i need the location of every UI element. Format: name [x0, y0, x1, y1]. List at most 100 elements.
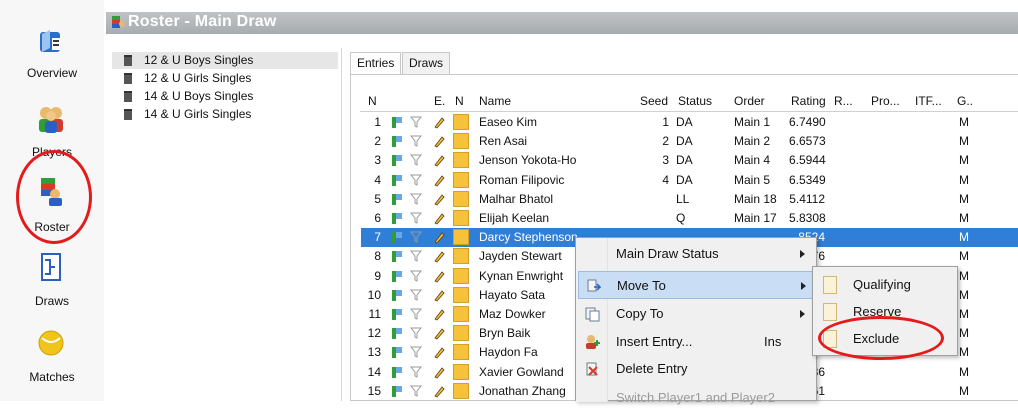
table-row[interactable]: 1 Easeo Kim 1 DA Main 1 6.7490 M — [361, 113, 1018, 132]
status-value: DA — [676, 172, 693, 187]
edit-pencil-icon[interactable] — [433, 288, 445, 302]
filter-icon[interactable] — [409, 365, 423, 379]
menu-item-insert-entry[interactable]: Insert Entry... Ins — [578, 328, 814, 356]
tab-entries[interactable]: Entries — [350, 52, 402, 75]
status-value: DA — [676, 115, 693, 129]
menu-item-label: Delete Entry — [616, 361, 688, 376]
col-header-rating[interactable]: Rating — [791, 94, 826, 108]
col-header-seed[interactable]: Seed — [640, 94, 668, 108]
note-icon[interactable] — [453, 325, 469, 342]
menu-item-delete-entry[interactable]: Delete Entry — [578, 355, 814, 383]
edit-pencil-icon[interactable] — [433, 249, 445, 263]
note-icon[interactable] — [453, 363, 469, 380]
note-icon[interactable] — [453, 190, 469, 207]
note-icon[interactable] — [453, 210, 469, 226]
note-icon[interactable] — [453, 133, 469, 150]
edit-pencil-icon[interactable] — [433, 230, 445, 244]
table-row[interactable]: 5 Malhar Bhatol LL Main 18 5.4112 M — [361, 190, 1018, 209]
edit-pencil-icon[interactable] — [433, 384, 445, 398]
row-number: 14 — [367, 364, 381, 379]
edit-pencil-icon[interactable] — [433, 211, 445, 225]
filter-icon[interactable] — [409, 345, 423, 359]
edit-pencil-icon[interactable] — [433, 365, 445, 379]
table-row[interactable]: 4 Roman Filipovic 4 DA Main 5 6.5349 M — [361, 171, 1018, 190]
row-number: 13 — [367, 345, 381, 360]
entry-flag-icon — [391, 231, 403, 244]
filter-icon[interactable] — [409, 230, 423, 244]
note-icon[interactable] — [453, 152, 469, 169]
edit-pencil-icon[interactable] — [433, 326, 445, 340]
edit-pencil-icon[interactable] — [433, 115, 445, 129]
nav-item-matches[interactable]: Matches — [0, 316, 104, 401]
col-header-pro[interactable]: Pro... — [871, 94, 900, 108]
note-icon[interactable] — [453, 248, 469, 265]
order-value: Main 4 — [734, 153, 771, 168]
event-item[interactable]: 12 & U Boys Singles — [112, 52, 338, 69]
edit-pencil-icon[interactable] — [433, 153, 445, 167]
note-icon[interactable] — [453, 382, 469, 399]
table-row[interactable]: 2 Ren Asai 2 DA Main 2 6.6573 M — [361, 132, 1018, 151]
nav-item-overview[interactable]: Overview — [0, 0, 104, 90]
filter-icon[interactable] — [409, 288, 423, 302]
row-number: 12 — [367, 326, 381, 341]
col-header-order[interactable]: Order — [734, 94, 765, 108]
filter-icon[interactable] — [409, 249, 423, 263]
filter-icon[interactable] — [409, 134, 423, 148]
filter-icon[interactable] — [409, 192, 423, 206]
note-icon[interactable] — [453, 286, 469, 303]
status-value: DA — [676, 134, 693, 149]
col-header-e[interactable]: E. — [434, 94, 445, 108]
menu-item-main-draw-status[interactable]: Main Draw Status — [578, 240, 814, 268]
note-icon[interactable] — [453, 171, 469, 188]
submenu-item-qualifying[interactable]: Qualifying — [815, 271, 955, 299]
edit-pencil-icon[interactable] — [433, 269, 445, 283]
filter-icon[interactable] — [409, 115, 423, 129]
col-header-r[interactable]: R... — [834, 94, 853, 108]
events-list: 12 & U Boys Singles 12 & U Girls Singles… — [106, 48, 342, 401]
filter-icon[interactable] — [409, 326, 423, 340]
entry-flag-icon — [391, 385, 403, 398]
rating-value: 5.4112 — [789, 191, 825, 206]
filter-icon[interactable] — [409, 307, 423, 321]
menu-item-switch-players[interactable]: Switch Player1 and Player2 — [578, 384, 814, 412]
menu-item-move-to[interactable]: Move To — [578, 271, 814, 299]
col-header-itf[interactable]: ITF... — [915, 94, 942, 108]
table-row[interactable]: 3 Jenson Yokota-Ho 3 DA Main 4 6.5944 M — [361, 151, 1018, 170]
player-name: Jonathan Zhang — [479, 383, 566, 398]
edit-pencil-icon[interactable] — [433, 307, 445, 321]
menu-item-copy-to[interactable]: Copy To — [578, 300, 814, 328]
col-header-n[interactable]: N — [368, 94, 377, 108]
note-icon[interactable] — [453, 267, 469, 284]
nav-item-draws[interactable]: Draws — [0, 240, 104, 316]
col-header-g[interactable]: G.. — [957, 94, 973, 108]
filter-icon[interactable] — [409, 153, 423, 167]
filter-icon[interactable] — [409, 384, 423, 398]
filter-icon[interactable] — [409, 211, 423, 225]
event-item[interactable]: 14 & U Boys Singles — [112, 88, 338, 105]
note-icon[interactable] — [453, 344, 469, 361]
tab-draws[interactable]: Draws — [402, 52, 451, 74]
note-icon[interactable] — [453, 306, 469, 322]
gender-value: M — [959, 307, 969, 321]
note-icon[interactable] — [453, 114, 469, 130]
edit-pencil-icon[interactable] — [433, 345, 445, 359]
table-row[interactable]: 6 Elijah Keelan Q Main 17 5.8308 M — [361, 209, 1018, 228]
event-item[interactable]: 12 & U Girls Singles — [112, 70, 338, 87]
menu-item-label: Move To — [617, 278, 666, 293]
player-name: Xavier Gowland — [479, 364, 564, 379]
col-header-status[interactable]: Status — [678, 94, 712, 108]
status-value: DA — [676, 153, 693, 168]
event-icon — [124, 91, 132, 102]
note-icon[interactable] — [453, 229, 469, 246]
edit-pencil-icon[interactable] — [433, 134, 445, 148]
roster-icon — [112, 16, 125, 28]
event-item[interactable]: 14 & U Girls Singles — [112, 106, 338, 123]
edit-pencil-icon[interactable] — [433, 192, 445, 206]
col-header-name[interactable]: Name — [479, 94, 511, 108]
col-header-n2[interactable]: N — [455, 94, 464, 108]
edit-pencil-icon[interactable] — [433, 173, 445, 187]
gender-value: M — [959, 287, 969, 302]
filter-icon[interactable] — [409, 173, 423, 187]
row-number: 2 — [374, 134, 381, 149]
filter-icon[interactable] — [409, 269, 423, 283]
